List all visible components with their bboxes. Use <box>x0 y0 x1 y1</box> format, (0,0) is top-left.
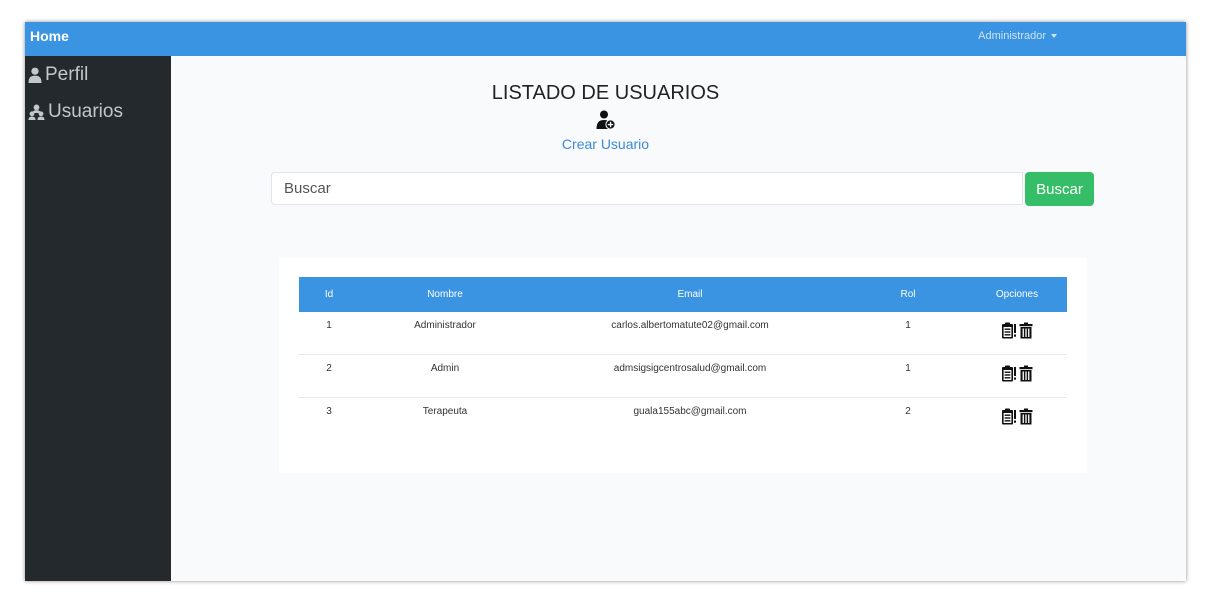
column-header-id: Id <box>299 277 359 312</box>
app-window: Home Administrador Perfil Usuarios LISTA… <box>25 22 1186 581</box>
search-bar: Buscar <box>271 172 1095 207</box>
cell-rol: 1 <box>849 312 967 355</box>
table-row: 3 Terapeuta guala155abc@gmail.com 2 <box>299 398 1067 441</box>
cell-opciones <box>967 398 1067 441</box>
table-row: 2 Admin admsigsigcentrosalud@gmail.com 1 <box>299 354 1067 398</box>
top-navbar: Home Administrador <box>25 22 1186 56</box>
page-title: LISTADO DE USUARIOS <box>491 82 720 104</box>
cell-id: 3 <box>326 406 332 417</box>
home-link[interactable]: Home <box>30 28 69 44</box>
user-dropdown-label: Administrador <box>978 30 1046 42</box>
cell-id: 2 <box>299 354 359 398</box>
table-row: 1 Administrador carlos.albertomatute02@g… <box>299 312 1067 355</box>
cell-email: admsigsigcentrosalud@gmail.com <box>531 354 849 398</box>
search-button[interactable]: Buscar <box>1025 172 1094 206</box>
users-table: Id Nombre Email Rol Opciones 1 Administr… <box>299 277 1067 440</box>
edit-clipboard-icon[interactable] <box>1001 322 1017 342</box>
cell-nombre: Terapeuta <box>422 406 468 417</box>
table-header-row: Id Nombre Email Rol Opciones <box>299 277 1067 312</box>
cell-email: guala155abc@gmail.com <box>633 406 747 417</box>
user-plus-icon <box>596 110 616 135</box>
cell-email: carlos.albertomatute02@gmail.com <box>531 312 849 355</box>
trash-icon[interactable] <box>1019 322 1033 342</box>
user-dropdown[interactable]: Administrador <box>978 30 1057 42</box>
cell-opciones <box>967 312 1067 355</box>
users-table-card: Id Nombre Email Rol Opciones 1 Administr… <box>279 258 1087 473</box>
cell-id: 1 <box>299 312 359 355</box>
cell-rol: 1 <box>849 354 967 398</box>
cell-nombre: Admin <box>359 354 531 398</box>
cell-rol: 2 <box>905 406 911 417</box>
column-header-opciones: Opciones <box>967 277 1067 312</box>
create-user-button[interactable]: Crear Usuario <box>25 110 1186 152</box>
column-header-nombre: Nombre <box>359 277 531 312</box>
create-user-label: Crear Usuario <box>561 136 650 152</box>
caret-down-icon <box>1051 34 1057 38</box>
edit-clipboard-icon[interactable] <box>1001 408 1017 428</box>
edit-clipboard-icon[interactable] <box>1001 365 1017 385</box>
cell-opciones <box>967 354 1067 398</box>
cell-nombre: Administrador <box>359 312 531 355</box>
user-icon <box>28 67 42 83</box>
trash-icon[interactable] <box>1019 365 1033 385</box>
search-input[interactable] <box>271 172 1023 205</box>
column-header-email: Email <box>531 277 849 312</box>
column-header-rol: Rol <box>849 277 967 312</box>
trash-icon[interactable] <box>1019 408 1033 428</box>
